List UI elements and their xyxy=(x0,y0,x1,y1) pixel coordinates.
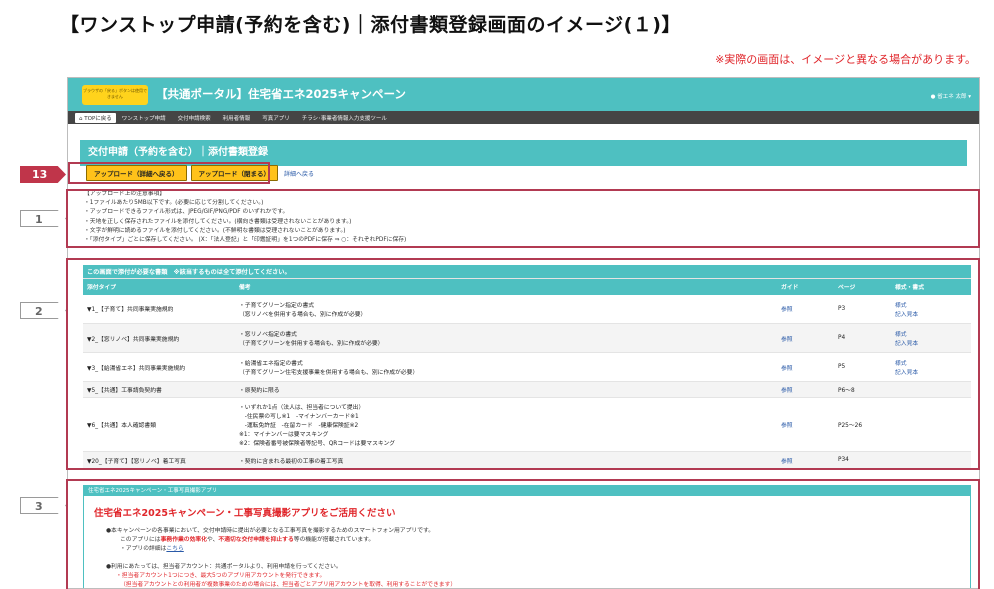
nav-search[interactable]: 交付申請検索 xyxy=(178,114,211,122)
callout-3: 3 xyxy=(20,497,66,514)
home-icon: ⌂ xyxy=(79,115,83,122)
user-icon: ● xyxy=(930,94,936,100)
user-menu[interactable]: ● 省エネ 太郎 ▾ xyxy=(931,92,971,100)
back-to-detail-link[interactable]: 詳細へ戻る xyxy=(284,169,314,178)
highlight-1 xyxy=(66,189,980,248)
top-nav: ⌂ TOPに戻る ワンストップ申請 交付申請検索 利用者情報 写真アプリ チラシ… xyxy=(68,111,979,124)
portal-header: ブラウザの「戻る」ボタンは使用できません 【共通ポータル】住宅省エネ2025キャ… xyxy=(68,78,979,111)
callout-2: 2 xyxy=(20,302,66,319)
highlight-2 xyxy=(66,258,980,470)
disclaimer: ※実際の画面は、イメージと異なる場合があります。 xyxy=(715,53,976,66)
nav-flyer-tool[interactable]: チラシ･事業者情報入力支援ツール xyxy=(302,114,387,122)
nav-top[interactable]: ⌂ TOPに戻る xyxy=(75,112,116,123)
highlight-13 xyxy=(68,162,270,184)
callout-13: 13 xyxy=(20,166,66,183)
nav-one-stop[interactable]: ワンストップ申請 xyxy=(122,114,166,122)
back-warning-badge: ブラウザの「戻る」ボタンは使用できません xyxy=(82,85,148,105)
portal-title: 【共通ポータル】住宅省エネ2025キャンペーン xyxy=(156,87,406,101)
nav-photo-app[interactable]: 写真アプリ xyxy=(262,114,290,122)
nav-user-info[interactable]: 利用者情報 xyxy=(223,114,251,122)
slide-title: 【ワンストップ申請(予約を含む)｜添付書類登録画面のイメージ(１)】 xyxy=(60,14,681,36)
callout-1: 1 xyxy=(20,210,66,227)
chevron-down-icon: ▾ xyxy=(968,94,971,100)
highlight-3 xyxy=(66,479,980,589)
user-name: 省エネ 太郎 xyxy=(937,94,967,100)
